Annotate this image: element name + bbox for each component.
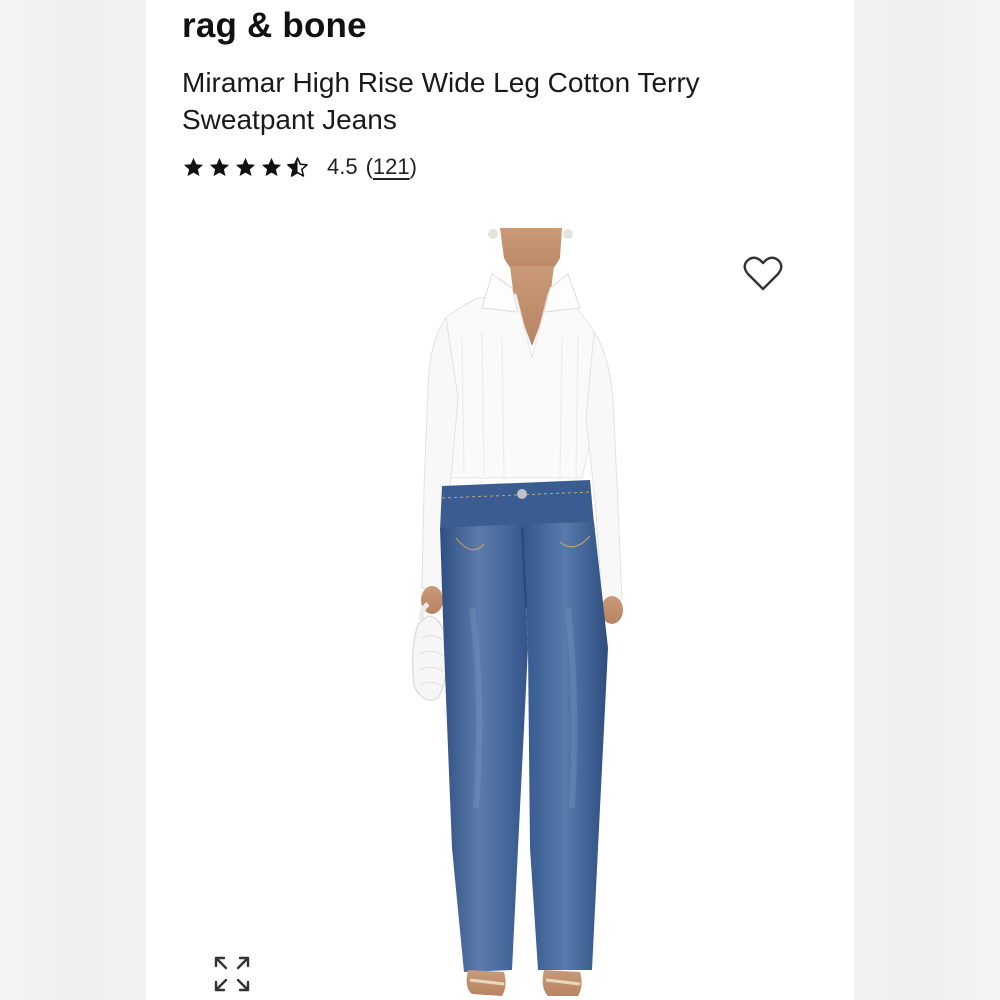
product-title: Miramar High Rise Wide Leg Cotton Terry … [182,67,700,135]
star-icon [183,157,204,176]
product-panel: rag & bone Miramar High Rise Wide Leg Co… [146,0,854,1000]
product-photo[interactable] [372,228,692,1000]
rating-stars [182,156,309,179]
brand-name[interactable]: rag & bone [182,6,367,46]
expand-arrows-icon[interactable] [212,954,252,994]
right-background [854,0,1000,1000]
left-background [0,0,146,1000]
star-icon [261,157,282,176]
star-half-icon [287,156,308,177]
rating-value: 4.5 [327,154,358,179]
star-icon [209,157,230,176]
star-icon [235,157,256,176]
rating-summary[interactable]: 4.5 (121) [182,150,417,184]
review-count-link[interactable]: 121 [373,154,410,179]
rating-count-wrapper[interactable]: (121) [366,154,417,180]
heart-outline-icon[interactable] [742,254,784,294]
